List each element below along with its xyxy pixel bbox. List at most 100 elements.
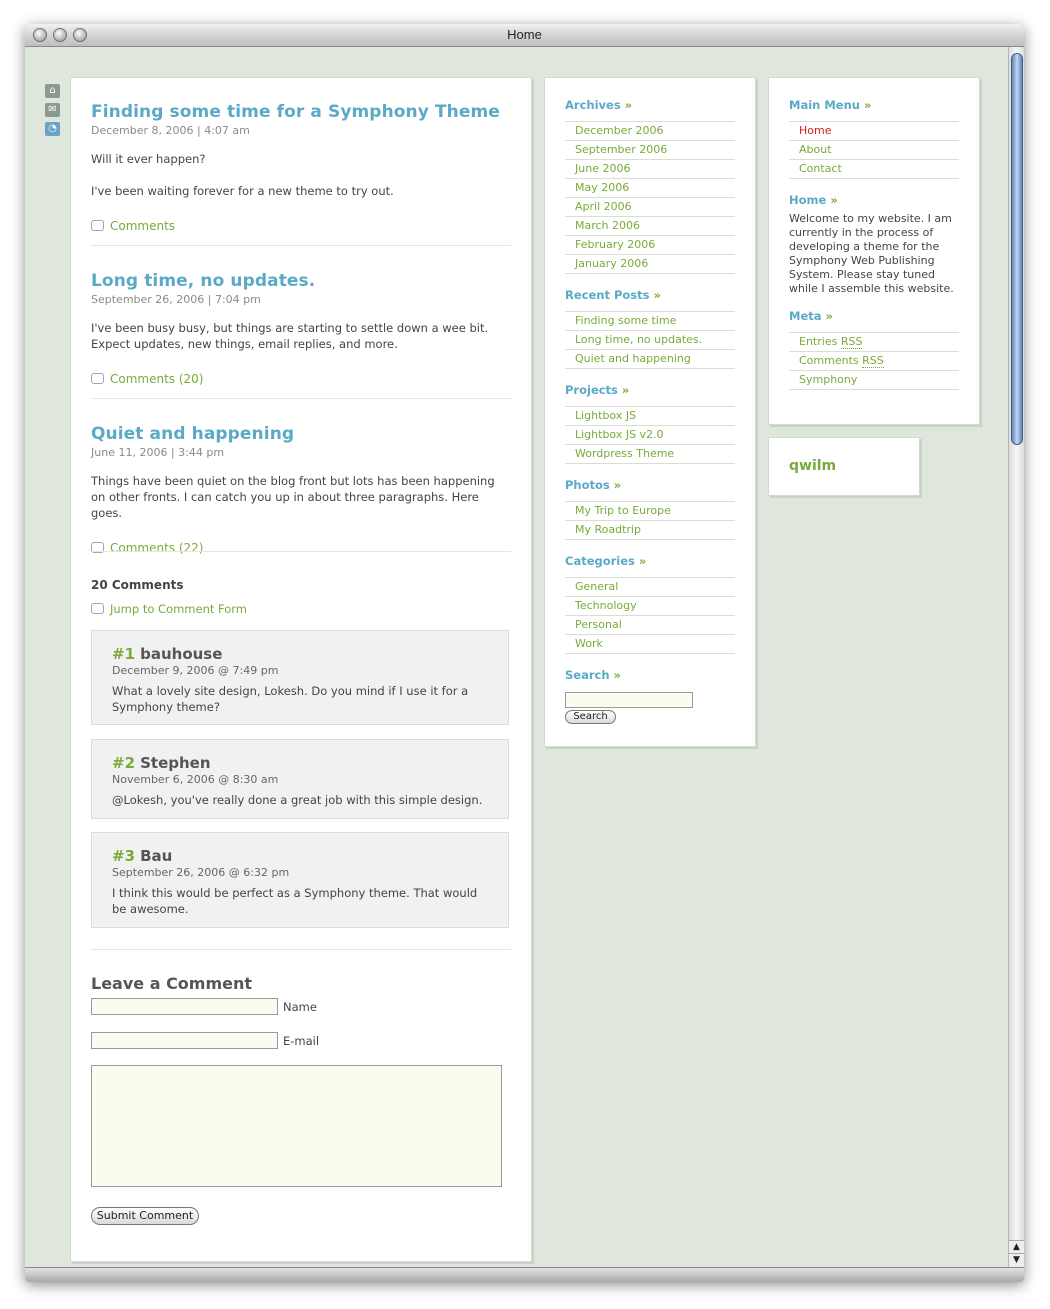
recent-posts-heading: Recent Posts» <box>565 288 661 302</box>
comment-date: November 6, 2006 @ 8:30 am <box>112 773 279 786</box>
comment: #2 Stephen November 6, 2006 @ 8:30 am @L… <box>91 739 509 819</box>
archive-link[interactable]: March 2006 <box>565 216 735 235</box>
comments-link[interactable]: Comments (22) <box>110 541 204 555</box>
post-paragraph: Things have been quiet on the blog front… <box>91 474 495 520</box>
post-paragraph: Will it ever happen? <box>91 152 206 166</box>
category-link[interactable]: Work <box>565 634 735 654</box>
main-content: Finding some time for a Symphony Theme D… <box>70 77 532 1262</box>
comments-link[interactable]: Comments <box>110 219 175 233</box>
window-bottom-bar <box>25 1267 1024 1282</box>
sidebar-middle: Archives» December 2006 September 2006 J… <box>544 77 756 747</box>
menu-item-home[interactable]: Home <box>789 121 959 140</box>
archives-list: December 2006 September 2006 June 2006 M… <box>565 121 735 274</box>
divider <box>91 551 511 552</box>
divider <box>91 949 511 950</box>
archive-link[interactable]: January 2006 <box>565 254 735 274</box>
scrollbar-thumb[interactable] <box>1011 53 1023 445</box>
comment-date: December 9, 2006 @ 7:49 pm <box>112 664 279 677</box>
vertical-scrollbar[interactable]: ▲ ▼ <box>1008 47 1024 1267</box>
comment-textarea[interactable] <box>91 1065 502 1187</box>
post: Long time, no updates. September 26, 200… <box>91 271 511 387</box>
qwilm-label: qwilm <box>789 458 837 474</box>
qwilm-badge[interactable]: qwilm <box>768 437 920 496</box>
post-title[interactable]: Long time, no updates. <box>91 271 511 291</box>
meta-list: Entries RSS Comments RSS Symphony <box>789 332 959 390</box>
sidebar-right: Main Menu» Home About Contact Home» Welc… <box>768 77 980 425</box>
post: Quiet and happening June 11, 2006 | 3:44… <box>91 424 511 556</box>
comment-number: #2 <box>112 754 136 772</box>
window-title: Home <box>507 27 542 42</box>
search-input[interactable] <box>565 692 693 708</box>
recent-post-link[interactable]: Long time, no updates. <box>565 330 735 349</box>
comment-text: @Lokesh, you've really done a great job … <box>112 793 483 807</box>
submit-comment-button[interactable]: Submit Comment <box>91 1207 199 1225</box>
categories-heading: Categories» <box>565 554 647 568</box>
side-icon-bar: ⌂ ✉ ◔ <box>45 84 61 141</box>
menu-item-contact[interactable]: Contact <box>789 159 959 179</box>
project-link[interactable]: Wordpress Theme <box>565 444 735 464</box>
archive-link[interactable]: December 2006 <box>565 121 735 140</box>
categories-list: General Technology Personal Work <box>565 577 735 654</box>
home-icon[interactable]: ⌂ <box>45 84 60 98</box>
post-meta: June 11, 2006 | 3:44 pm <box>91 446 225 459</box>
menu-item-about[interactable]: About <box>789 140 959 159</box>
welcome-text: Welcome to my website. I am currently in… <box>789 212 954 295</box>
comment-bubble-icon <box>91 220 104 231</box>
jump-to-form-link[interactable]: Jump to Comment Form <box>110 602 247 616</box>
name-label: Name <box>283 1000 317 1014</box>
comment-number: #3 <box>112 847 136 865</box>
archive-link[interactable]: June 2006 <box>565 159 735 178</box>
scroll-up-arrow-icon[interactable]: ▲ <box>1009 1240 1024 1254</box>
comments-rss-link[interactable]: Comments RSS <box>789 351 959 370</box>
comments-link[interactable]: Comments (20) <box>110 372 204 386</box>
browser-window: Home ⌂ ✉ ◔ Finding some time for a Symph… <box>25 24 1024 1282</box>
category-link[interactable]: General <box>565 577 735 596</box>
divider <box>91 398 511 399</box>
project-link[interactable]: Lightbox JS <box>565 406 735 425</box>
comment-text: I think this would be perfect as a Symph… <box>112 886 478 916</box>
comment: #3 Bau September 26, 2006 @ 6:32 pm I th… <box>91 832 509 928</box>
post-paragraph: I've been busy busy, but things are star… <box>91 321 489 351</box>
email-field[interactable] <box>91 1032 278 1049</box>
comment-bubble-icon <box>91 373 104 384</box>
photos-heading: Photos» <box>565 478 622 492</box>
scroll-down-arrow-icon[interactable]: ▼ <box>1009 1253 1024 1267</box>
comment-number: #1 <box>112 645 136 663</box>
archive-link[interactable]: February 2006 <box>565 235 735 254</box>
archives-heading: Archives» <box>565 98 633 112</box>
post-meta: September 26, 2006 | 7:04 pm <box>91 293 261 306</box>
entries-rss-link[interactable]: Entries RSS <box>789 332 959 351</box>
search-button[interactable]: Search <box>565 710 616 724</box>
photo-album-link[interactable]: My Roadtrip <box>565 520 735 540</box>
category-link[interactable]: Personal <box>565 615 735 634</box>
rss-icon[interactable]: ◔ <box>45 122 60 136</box>
comment-author: bauhouse <box>140 645 223 663</box>
photos-list: My Trip to Europe My Roadtrip <box>565 501 735 540</box>
archive-link[interactable]: April 2006 <box>565 197 735 216</box>
archive-link[interactable]: May 2006 <box>565 178 735 197</box>
recent-post-link[interactable]: Finding some time <box>565 311 735 330</box>
name-field[interactable] <box>91 998 278 1015</box>
archive-link[interactable]: September 2006 <box>565 140 735 159</box>
comment-text: What a lovely site design, Lokesh. Do yo… <box>112 684 469 714</box>
comment-count: 20 Comments <box>91 578 184 592</box>
comment: #1 bauhouse December 9, 2006 @ 7:49 pm W… <box>91 630 509 725</box>
title-bar: Home <box>25 24 1024 47</box>
meta-heading: Meta» <box>789 309 833 323</box>
comment-form-heading: Leave a Comment <box>91 974 253 993</box>
symphony-link[interactable]: Symphony <box>789 370 959 390</box>
projects-heading: Projects» <box>565 383 630 397</box>
comment-bubble-icon <box>91 603 104 614</box>
main-menu-heading: Main Menu» <box>789 98 872 112</box>
comment-author: Bau <box>140 847 173 865</box>
home-heading: Home» <box>789 193 838 207</box>
mail-icon[interactable]: ✉ <box>45 103 60 117</box>
photo-album-link[interactable]: My Trip to Europe <box>565 501 735 520</box>
comment-date: September 26, 2006 @ 6:32 pm <box>112 866 290 879</box>
category-link[interactable]: Technology <box>565 596 735 615</box>
recent-post-link[interactable]: Quiet and happening <box>565 349 735 369</box>
post-title[interactable]: Quiet and happening <box>91 424 511 444</box>
search-heading: Search» <box>565 668 621 682</box>
post-title[interactable]: Finding some time for a Symphony Theme <box>91 102 511 122</box>
project-link[interactable]: Lightbox JS v2.0 <box>565 425 735 444</box>
